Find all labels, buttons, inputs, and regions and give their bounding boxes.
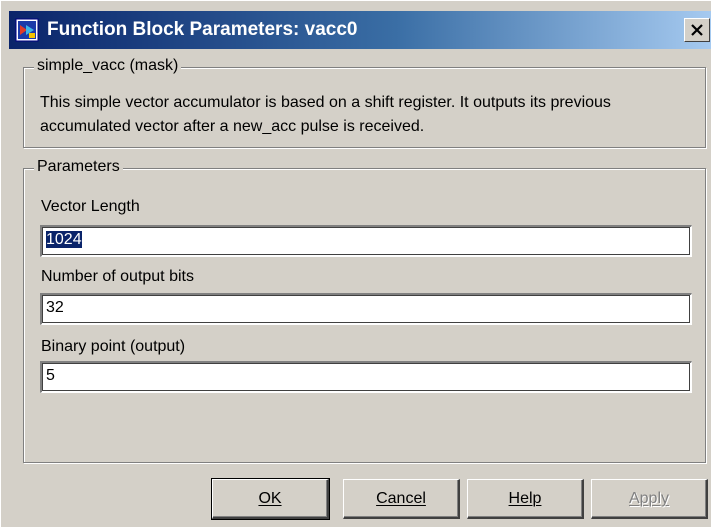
binary-point-value: 5 <box>46 367 55 384</box>
ok-button-label: OK <box>258 490 282 507</box>
ok-button[interactable]: OK <box>211 478 330 520</box>
help-button-label: Help <box>508 490 542 507</box>
parameters-group-legend: Parameters <box>34 158 123 176</box>
cancel-button-label: Cancel <box>376 490 426 507</box>
close-button[interactable] <box>684 18 710 42</box>
cancel-button[interactable]: Cancel <box>343 479 460 519</box>
title-bar[interactable]: Function Block Parameters: vacc0 <box>9 11 711 49</box>
window-title: Function Block Parameters: vacc0 <box>47 19 358 40</box>
binary-point-label: Binary point (output) <box>41 338 186 355</box>
apply-button[interactable]: Apply <box>591 479 708 519</box>
mask-description: This simple vector accumulator is based … <box>40 94 611 135</box>
binary-point-input[interactable]: 5 <box>40 361 692 393</box>
output-bits-label: Number of output bits <box>41 268 194 285</box>
close-icon <box>690 20 704 42</box>
mask-group-legend: simple_vacc (mask) <box>34 57 182 75</box>
simulink-block-icon <box>15 18 39 42</box>
help-button[interactable]: Help <box>467 479 584 519</box>
output-bits-value: 32 <box>46 299 64 316</box>
dialog-window: Function Block Parameters: vacc0 simple_… <box>0 0 711 527</box>
vector-length-input[interactable]: 1024 <box>40 225 692 257</box>
vector-length-label: Vector Length <box>41 198 140 215</box>
apply-button-label: Apply <box>628 490 670 507</box>
output-bits-input[interactable]: 32 <box>40 293 692 325</box>
vector-length-value: 1024 <box>46 231 82 248</box>
